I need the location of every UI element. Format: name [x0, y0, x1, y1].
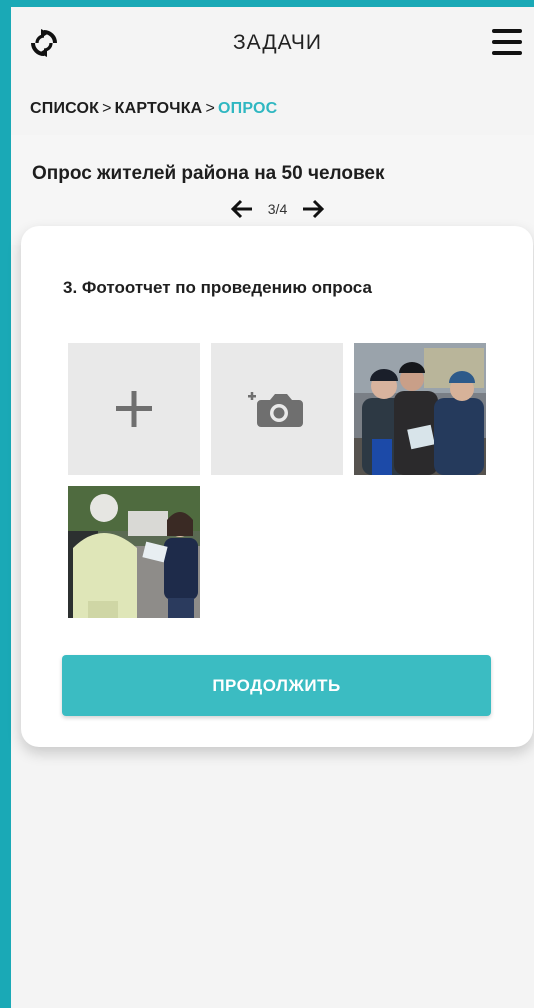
- question-title: 3. Фотоотчет по проведению опроса: [63, 278, 372, 297]
- breadcrumb: СПИСОК > КАРТОЧКА > ОПРОС: [30, 100, 277, 118]
- app-screen: ЗАДАЧИ СПИСОК > КАРТОЧКА > ОПРОС Опрос жител…: [11, 7, 534, 1008]
- photo-thumbnail-1[interactable]: [354, 343, 486, 475]
- arrow-right-icon[interactable]: [301, 199, 325, 219]
- add-camera-icon: [248, 392, 303, 427]
- page-counter: 3/4: [267, 201, 288, 217]
- top-bar: ЗАДАЧИ: [11, 7, 534, 87]
- breadcrumb-separator: >: [205, 100, 215, 117]
- breadcrumb-survey: ОПРОС: [217, 100, 278, 117]
- breadcrumb-card[interactable]: КАРТОЧКА: [115, 100, 203, 117]
- hamburger-menu-icon[interactable]: [492, 29, 522, 55]
- task-title: Опрос жителей района на 50 человек: [32, 163, 385, 184]
- breadcrumb-separator: >: [102, 100, 112, 117]
- pager: 3/4: [11, 199, 534, 223]
- take-photo-button[interactable]: [211, 343, 343, 475]
- question-card: 3. Фотоотчет по проведению опроса ПРОДОЛ…: [21, 226, 533, 747]
- add-photo-button[interactable]: [68, 343, 200, 475]
- continue-button[interactable]: ПРОДОЛЖИТЬ: [62, 655, 491, 716]
- plus-icon: [116, 391, 152, 427]
- arrow-left-icon[interactable]: [230, 199, 254, 219]
- breadcrumb-list[interactable]: СПИСОК: [30, 100, 99, 117]
- photo-thumbnail-2[interactable]: [68, 486, 200, 618]
- page-title: ЗАДАЧИ: [232, 31, 323, 54]
